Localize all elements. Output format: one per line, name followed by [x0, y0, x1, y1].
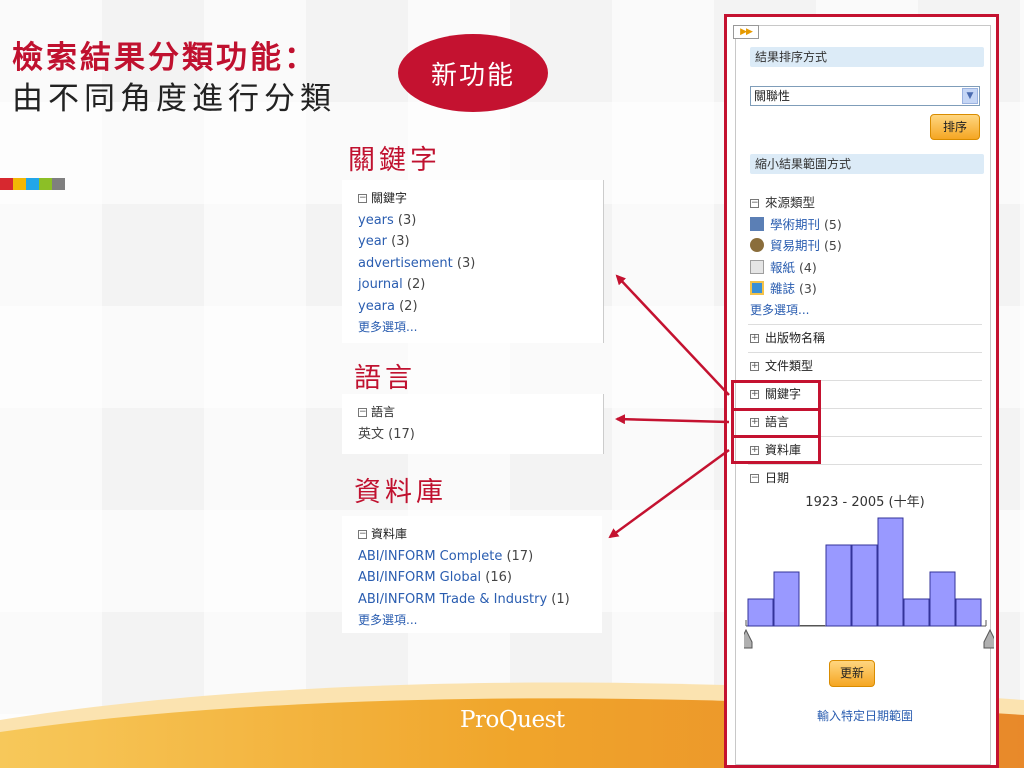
pointer-arrows	[608, 274, 730, 539]
arrow-to-language	[615, 414, 730, 425]
arrow-to-database	[608, 448, 730, 539]
arrow-to-keyword	[615, 274, 730, 396]
